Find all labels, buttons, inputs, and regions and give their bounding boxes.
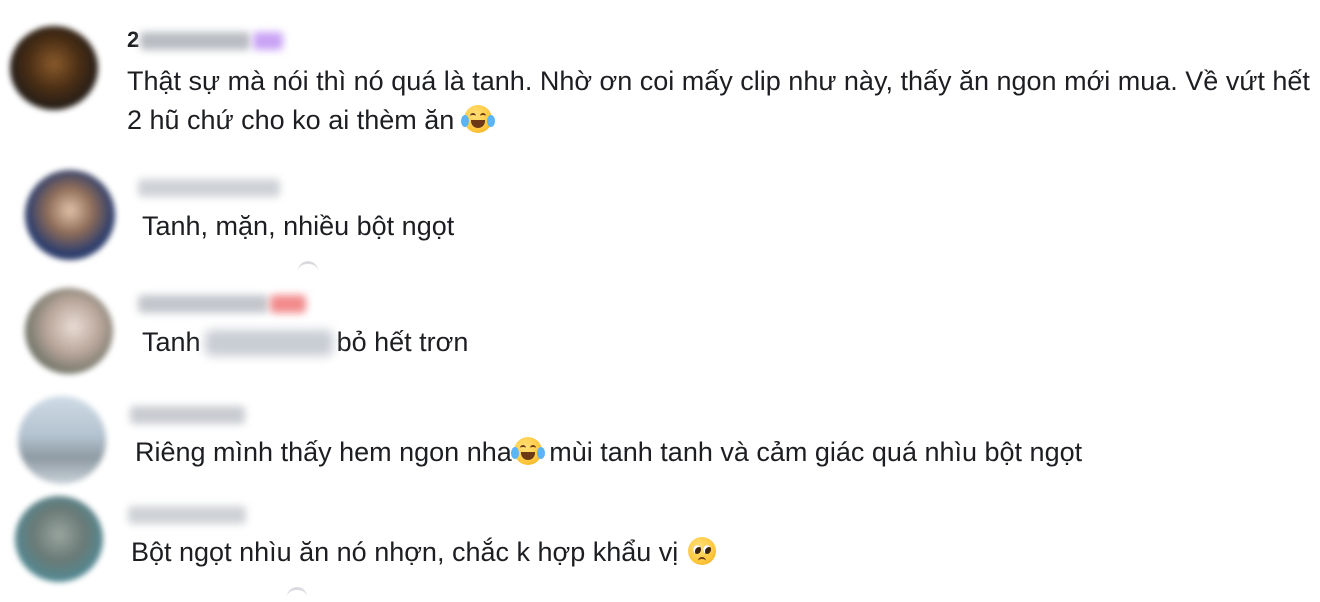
reaction-icon[interactable]: [287, 587, 307, 602]
comment-body: Thật sự mà nói thì nó quá là tanh. Nhờ ơ…: [127, 66, 1310, 135]
comment-body-start: Riêng mình thấy hem ngon nha: [135, 437, 512, 467]
pleading-face-icon: [687, 537, 716, 565]
commenter-name-blurred[interactable]: [130, 406, 245, 424]
comment-text: Bột ngọt nhìu ăn nó nhợn, chắc k hợp khẩ…: [131, 533, 716, 572]
commenter-badge: [253, 32, 283, 50]
comment-text: Riêng mình thấy hem ngon nha mùi tanh ta…: [135, 433, 1082, 472]
avatar[interactable]: [10, 26, 98, 110]
avatar[interactable]: [25, 288, 113, 374]
commenter-name-blurred[interactable]: [128, 506, 246, 524]
commenter-badge: [270, 295, 306, 313]
avatar[interactable]: [15, 496, 103, 582]
avatar[interactable]: [18, 396, 106, 484]
commenter-name-initial[interactable]: 2: [127, 26, 139, 54]
comment-2: Tanh, mặn, nhiều bột ngọt: [0, 160, 1320, 270]
comment-body: Bột ngọt nhìu ăn nó nhợn, chắc k hợp khẩ…: [131, 537, 686, 567]
face-with-tears-of-joy-icon: [460, 105, 495, 133]
comment-body: Tanh, mặn, nhiều bột ngọt: [142, 211, 455, 241]
comment-5: Bột ngọt nhìu ăn nó nhợn, chắc k hợp khẩ…: [0, 490, 1320, 591]
comment-text: Thật sự mà nói thì nó quá là tanh. Nhờ ơ…: [127, 62, 1312, 140]
reaction-icon[interactable]: [298, 261, 318, 276]
commenter-name-blurred[interactable]: [140, 32, 250, 50]
redacted-text: [204, 330, 333, 356]
comment-body-end: mùi tanh tanh và cảm giác quá nhìu bột n…: [541, 437, 1083, 467]
comment-3: Tanh bỏ hết trơn: [0, 280, 1320, 380]
avatar[interactable]: [25, 170, 115, 260]
face-with-tears-of-joy-icon: [510, 437, 545, 465]
comment-1: 2 Thật sự mà nói thì nó quá là tanh. Nhờ…: [0, 0, 1320, 150]
commenter-name-blurred[interactable]: [138, 179, 280, 197]
comment-body-end: bỏ hết trơn: [336, 327, 469, 357]
commenter-name-blurred[interactable]: [138, 295, 268, 313]
comment-body-start: Tanh: [142, 327, 201, 357]
comment-4: Riêng mình thấy hem ngon nha mùi tanh ta…: [0, 390, 1320, 490]
comment-text: Tanh bỏ hết trơn: [142, 323, 468, 362]
